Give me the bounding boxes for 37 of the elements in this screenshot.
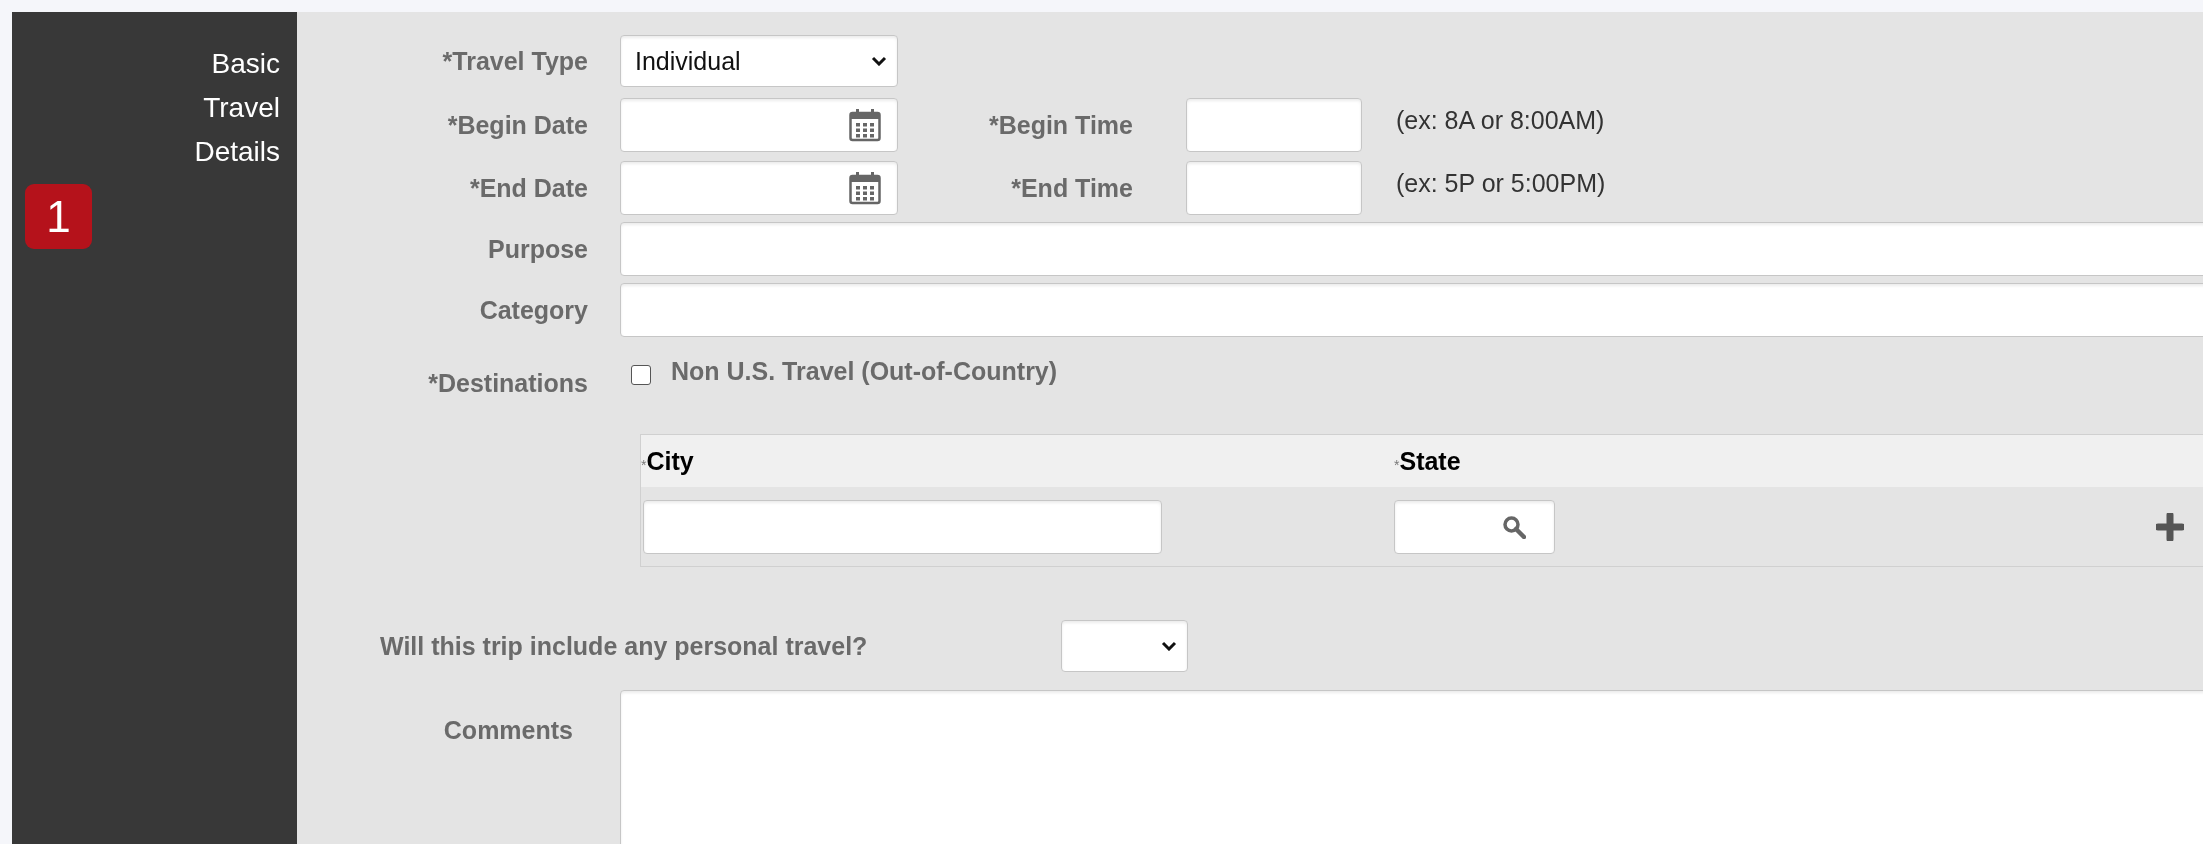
- state-field[interactable]: [1394, 499, 1555, 554]
- required-marker: *: [1394, 456, 1400, 473]
- time-field[interactable]: [1186, 161, 1362, 215]
- field-label: Purpose: [486, 234, 589, 264]
- chevron-icon: [871, 56, 887, 66]
- search-icon[interactable]: [1502, 514, 1526, 539]
- text-field[interactable]: [620, 283, 2203, 337]
- field-label: *End Time: [1010, 173, 1134, 203]
- city-field[interactable]: [643, 499, 1162, 554]
- text-field[interactable]: [620, 222, 2203, 276]
- travel-type-dropdown[interactable]: Individual: [620, 35, 898, 87]
- field-label: Category: [478, 295, 589, 325]
- date-field[interactable]: [620, 98, 898, 152]
- chevron-icon: [1161, 641, 1177, 651]
- required-marker: *: [641, 456, 647, 473]
- personal-travel-dropdown[interactable]: [1061, 620, 1188, 672]
- time-field[interactable]: [1186, 98, 1362, 152]
- question-label: Will this trip include any personal travel?: [380, 631, 869, 661]
- date-field[interactable]: [620, 161, 898, 215]
- checkbox[interactable]: [631, 365, 651, 385]
- format-hint: (ex: 5P or 5:00PM): [1396, 169, 1606, 198]
- column-header: State: [1399, 446, 1461, 476]
- calendar-icon[interactable]: [849, 171, 881, 205]
- add-icon[interactable]: [2156, 512, 2184, 541]
- field-label: *Begin Time: [987, 110, 1134, 140]
- column-header: City: [646, 446, 694, 476]
- field-label: *Destinations: [427, 369, 589, 398]
- field-label: *End Date: [468, 173, 589, 203]
- field-label: *Begin Date: [446, 110, 589, 140]
- field-label: Comments: [442, 716, 574, 745]
- calendar-icon[interactable]: [849, 108, 881, 142]
- field-label: *Travel Type: [441, 46, 589, 76]
- comments-field[interactable]: [620, 690, 2203, 844]
- checkbox-label: Non U.S. Travel (Out-of-Country): [671, 357, 1058, 386]
- section-title: Basic Travel Details: [193, 47, 280, 169]
- step-badge: 1: [25, 184, 92, 249]
- format-hint: (ex: 8A or 8:00AM): [1396, 106, 1605, 135]
